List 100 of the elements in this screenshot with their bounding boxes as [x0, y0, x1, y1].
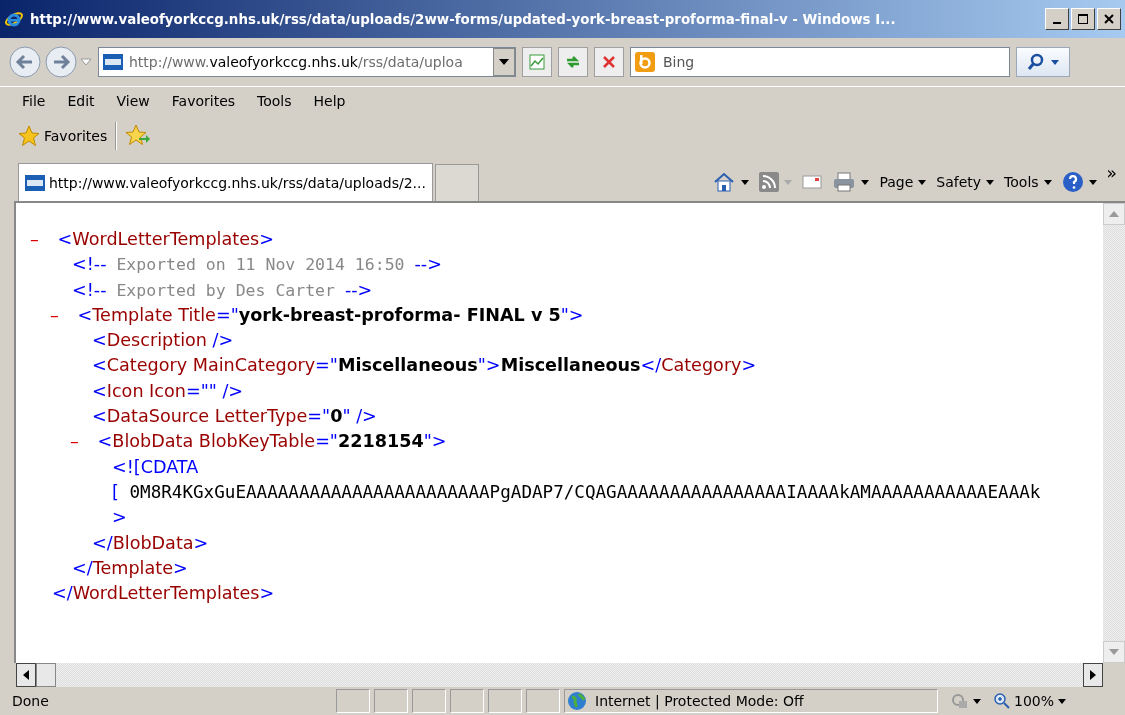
- xml-markup: </: [640, 355, 662, 376]
- security-zone: Internet | Protected Mode: Off: [564, 689, 938, 713]
- xml-markup: >: [259, 229, 274, 249]
- print-button[interactable]: [832, 171, 870, 193]
- envelope-icon: [802, 174, 823, 190]
- minimize-button[interactable]: [1045, 8, 1069, 30]
- xml-tag: WordLetterTemplates: [72, 583, 260, 604]
- xml-markup: <![CDATA: [112, 456, 199, 477]
- left-arrow-icon: [23, 670, 29, 680]
- back-icon[interactable]: [8, 45, 42, 79]
- search-provider-icon: [635, 52, 655, 72]
- scroll-right-button[interactable]: [1083, 663, 1103, 687]
- xml-tag: Icon Icon: [106, 380, 186, 401]
- xml-tag: BlobData: [112, 532, 194, 553]
- more-commands-button[interactable]: »: [1106, 163, 1117, 183]
- xml-markup: />: [211, 330, 234, 351]
- xml-markup: >: [172, 557, 188, 578]
- xml-markup: >: [741, 355, 757, 376]
- feed-icon: [759, 172, 780, 192]
- collapse-toggle[interactable]: –: [70, 429, 92, 455]
- compatibility-button[interactable]: [522, 47, 552, 77]
- zoom-icon: [994, 693, 1010, 709]
- command-menu[interactable]: Safety: [936, 174, 995, 190]
- xml-tag: BlobData BlobKeyTable: [112, 431, 316, 452]
- xml-comment: Exported by Des Carter: [115, 280, 336, 300]
- menu-item[interactable]: View: [116, 93, 150, 109]
- add-favorite-icon[interactable]: [125, 124, 152, 148]
- menu-item[interactable]: Favorites: [171, 93, 236, 109]
- xml-markup: </: [52, 583, 73, 604]
- minimize-icon: [1053, 22, 1061, 24]
- status-pane: [526, 689, 560, 713]
- feeds-button[interactable]: [759, 172, 793, 192]
- refresh-button[interactable]: [558, 47, 588, 77]
- xml-markup: >: [112, 507, 127, 528]
- up-arrow-icon: [1109, 211, 1119, 217]
- forward-icon[interactable]: [44, 45, 78, 79]
- xml-markup: =": [315, 431, 338, 452]
- status-text: Done: [12, 693, 50, 709]
- command-menu[interactable]: Page: [879, 174, 927, 190]
- globe-icon: [567, 691, 587, 711]
- browser-logo-icon: [4, 9, 24, 29]
- xml-markup: [: [112, 481, 119, 502]
- scroll-up-button[interactable]: [1103, 203, 1125, 225]
- xml-value: york-breast-proforma- FINAL v 5: [238, 304, 561, 325]
- chart-page-icon: [528, 53, 546, 71]
- window-title: http://www.valeofyorkccg.nhs.uk/rss/data/uploads/2ww-forms/updated-york-breast-proforma-final-v - Windows I...: [30, 11, 897, 27]
- xml-markup: <: [92, 406, 107, 427]
- favorites-button[interactable]: Favorites: [18, 125, 108, 147]
- xml-markup: <: [77, 304, 93, 325]
- address-field[interactable]: http://www.valeofyorkccg.nhs.uk/rss/data/uploa: [98, 47, 516, 77]
- address-text: http://www.valeofyorkccg.nhs.uk/rss/data/uploa: [129, 54, 464, 70]
- caret-icon: [741, 179, 750, 185]
- vertical-scrollbar[interactable]: [1103, 203, 1125, 663]
- scroll-left-button[interactable]: [16, 663, 36, 687]
- status-pane: [488, 689, 522, 713]
- xml-markup: <: [92, 380, 107, 401]
- search-button[interactable]: [1016, 47, 1070, 77]
- caret-icon: [986, 179, 995, 185]
- close-button[interactable]: [1097, 8, 1121, 30]
- menu-item[interactable]: Edit: [67, 93, 95, 109]
- caret-icon: [1043, 179, 1052, 185]
- command-menu[interactable]: Tools: [1004, 174, 1052, 190]
- status-pane: [374, 689, 408, 713]
- home-button[interactable]: [712, 171, 750, 193]
- caret-icon: [861, 179, 870, 185]
- caret-icon: [918, 179, 927, 185]
- status-pane: [336, 689, 370, 713]
- new-tab-button[interactable]: [434, 164, 479, 201]
- caret-icon[interactable]: [80, 58, 92, 66]
- collapse-toggle[interactable]: –: [30, 227, 52, 253]
- xml-markup: ">: [477, 355, 501, 376]
- address-dropdown-button[interactable]: [493, 48, 515, 76]
- site-icon: [103, 54, 123, 70]
- collapse-toggle[interactable]: –: [50, 302, 72, 329]
- menu-item[interactable]: File: [22, 93, 46, 109]
- xml-markup: =": [315, 355, 338, 376]
- status-pane: [412, 689, 446, 713]
- search-icon: [1027, 53, 1045, 71]
- caret-icon: [1088, 179, 1097, 185]
- xml-markup: ="" />: [185, 380, 244, 401]
- mail-button[interactable]: [802, 174, 823, 190]
- xml-value: 0: [330, 406, 343, 427]
- xml-markup: <!--: [72, 254, 107, 275]
- maximize-button[interactable]: [1071, 8, 1095, 30]
- scroll-thumb[interactable]: [36, 663, 56, 687]
- stop-button[interactable]: [594, 47, 624, 77]
- caret-icon: [784, 179, 793, 185]
- cdata-text: 0M8R4KGxGuEAAAAAAAAAAAAAAAAAAAAAAAPgADAP7/CQAGAAAAAAAAAAAAAAAAIAAAAkAMAAAAAAAAAAAEAAAk: [128, 481, 1041, 502]
- menu-item[interactable]: Tools: [257, 93, 292, 109]
- browser-tab[interactable]: http://www.valeofyorkccg.nhs.uk/rss/data/uploads/2...: [18, 163, 433, 201]
- menu-item[interactable]: Help: [313, 93, 346, 109]
- caret-icon: [499, 59, 509, 65]
- xml-markup: ">: [423, 431, 447, 452]
- xml-markup: -->: [414, 254, 442, 275]
- help-button[interactable]: [1061, 171, 1097, 193]
- zoom-button[interactable]: 100%: [994, 693, 1104, 709]
- xml-markup: <: [92, 330, 107, 351]
- search-field[interactable]: Bing: [630, 47, 1010, 77]
- horizontal-scrollbar[interactable]: [16, 663, 1125, 687]
- caret-icon: [1051, 59, 1059, 65]
